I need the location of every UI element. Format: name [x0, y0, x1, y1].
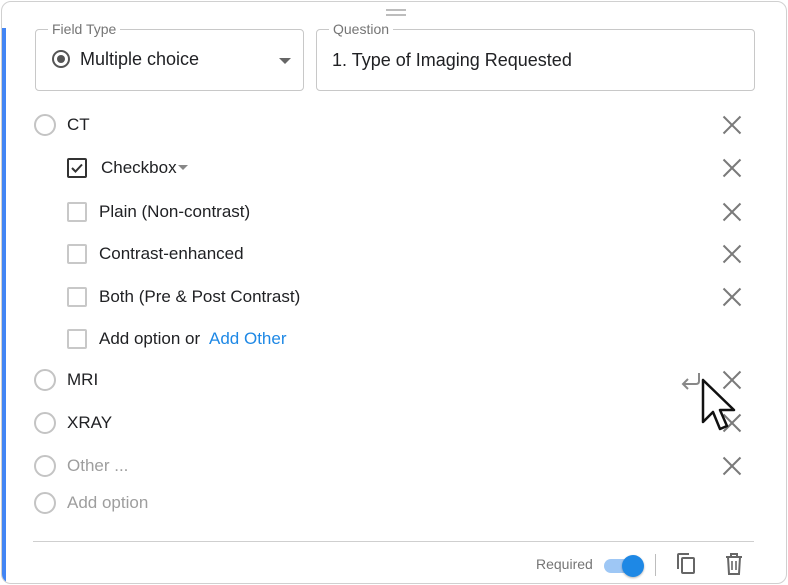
option-radio	[34, 455, 56, 477]
chevron-down-icon[interactable]	[178, 165, 188, 170]
remove-option-icon[interactable]	[722, 456, 742, 476]
remove-option-icon[interactable]	[722, 115, 742, 135]
question-input[interactable]: Question 1. Type of Imaging Requested	[316, 21, 755, 91]
option-radio	[34, 369, 56, 391]
sub-add-option-row: Add option or Add Other	[0, 324, 788, 354]
sub-add-option-text[interactable]: Add option or	[99, 329, 200, 349]
sub-option-row: Contrast-enhanced	[0, 239, 788, 269]
field-type-select[interactable]: Field Type Multiple choice	[35, 21, 304, 91]
sub-option-row: Plain (Non-contrast)	[0, 197, 788, 227]
remove-option-icon[interactable]	[722, 244, 742, 264]
field-type-value: Multiple choice	[80, 49, 200, 69]
field-type-legend: Field Type	[48, 21, 121, 37]
sub-option-row: Both (Pre & Post Contrast)	[0, 282, 788, 312]
option-label[interactable]: XRAY	[67, 413, 112, 433]
remove-option-icon[interactable]	[722, 287, 742, 307]
add-other-link[interactable]: Add Other	[209, 329, 287, 349]
add-option-text[interactable]: Add option	[67, 493, 148, 513]
sub-option-label[interactable]: Contrast-enhanced	[99, 244, 244, 264]
sub-option-checkbox	[67, 287, 87, 307]
add-option-row: Add option	[0, 488, 788, 518]
option-row-xray: XRAY	[0, 408, 788, 438]
sub-option-label[interactable]: Plain (Non-contrast)	[99, 202, 250, 222]
option-label[interactable]: CT	[67, 115, 90, 135]
option-label[interactable]: MRI	[67, 370, 98, 390]
sub-option-checkbox	[67, 202, 87, 222]
question-value: 1. Type of Imaging Requested	[332, 50, 572, 70]
question-legend: Question	[329, 21, 394, 37]
sub-option-checkbox	[67, 244, 87, 264]
sub-question-type-row: Checkbox	[0, 153, 788, 183]
sub-option-label[interactable]: Both (Pre & Post Contrast)	[99, 287, 300, 307]
option-radio	[34, 492, 56, 514]
option-row-ct: CT	[0, 110, 788, 140]
sub-option-checkbox	[67, 329, 87, 349]
toggle-knob	[622, 555, 644, 577]
required-toggle[interactable]	[602, 554, 646, 577]
option-row-mri: MRI	[0, 365, 788, 395]
required-label: Required	[536, 556, 593, 572]
option-radio	[34, 114, 56, 136]
option-radio	[34, 412, 56, 434]
remove-option-icon[interactable]	[722, 202, 742, 222]
footer-separator	[655, 554, 656, 576]
duplicate-icon[interactable]	[675, 552, 697, 576]
remove-sub-question-icon[interactable]	[722, 158, 742, 178]
delete-icon[interactable]	[723, 552, 745, 576]
footer-divider	[33, 541, 754, 542]
sub-question-type-label[interactable]: Checkbox	[101, 158, 177, 178]
option-row-other: Other ...	[0, 451, 788, 481]
checkbox-type-icon	[67, 158, 87, 178]
drag-handle-icon[interactable]	[386, 9, 406, 17]
mouse-cursor-icon	[701, 378, 736, 431]
multiple-choice-icon	[52, 50, 70, 68]
other-placeholder[interactable]: Other ...	[67, 456, 128, 476]
chevron-down-icon	[279, 58, 291, 64]
